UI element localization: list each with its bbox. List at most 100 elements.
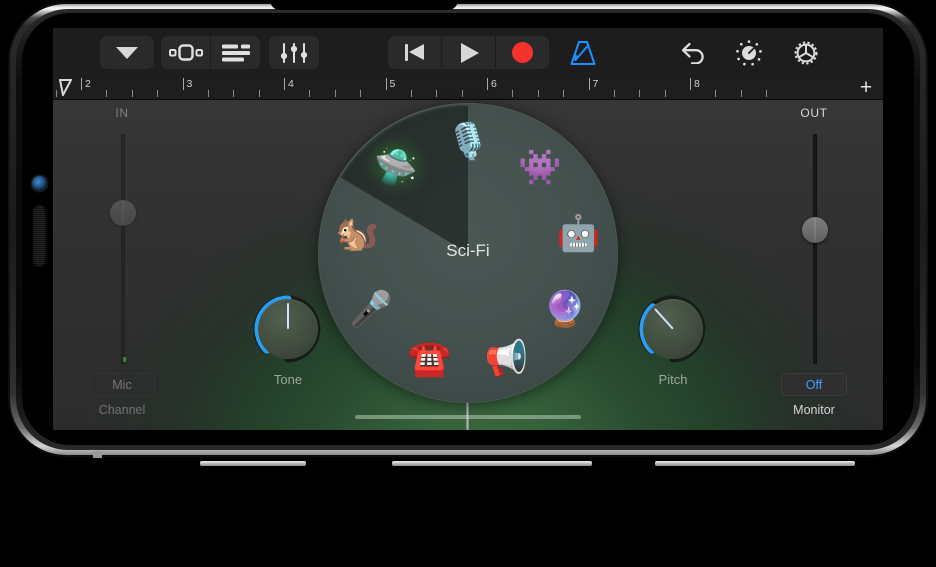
ruler-beat-tick bbox=[55, 90, 57, 97]
metronome-button[interactable] bbox=[559, 36, 607, 69]
notch bbox=[270, 0, 458, 10]
ruler-bar-tick bbox=[690, 78, 691, 90]
ruler-bar-tick bbox=[182, 78, 184, 90]
pitch-knob-cap[interactable] bbox=[643, 299, 703, 359]
toolbar bbox=[53, 28, 883, 77]
ruler-bar-label: 2 bbox=[85, 78, 91, 90]
mute-switch[interactable] bbox=[93, 451, 102, 458]
record-button[interactable] bbox=[496, 36, 549, 69]
ruler-beat-tick bbox=[157, 90, 159, 97]
fx-knob-icon bbox=[736, 39, 762, 66]
input-source-button[interactable]: Mic bbox=[89, 373, 155, 396]
output-channel-strip: OUT Off Monitor bbox=[759, 106, 869, 417]
screenshot-root: 2 3 4 5 6 7 8 + IN Mic Channel OUT Off Monitor… bbox=[0, 0, 936, 567]
ruler-beat-tick bbox=[309, 90, 311, 97]
output-fader-handle[interactable] bbox=[802, 217, 828, 243]
ruler-beat-tick bbox=[360, 90, 362, 97]
chevron-down-icon[interactable] bbox=[100, 36, 154, 69]
output-fader-track[interactable] bbox=[813, 134, 817, 364]
input-fader[interactable] bbox=[67, 128, 177, 373]
ruler-bar-label: 7 bbox=[592, 78, 599, 90]
input-source-label: Channel bbox=[98, 403, 146, 417]
input-fader-track[interactable] bbox=[121, 134, 125, 364]
ruler-bar-tick bbox=[385, 78, 387, 90]
phone-screen: 2 3 4 5 6 7 8 + IN Mic Channel OUT Off Monitor… bbox=[53, 28, 883, 430]
effect-wheel[interactable]: 🛸 🎙️ 👾 🤖 🔮 📢 ☎️ 🎤 🐿️ Sci-Fi bbox=[318, 103, 618, 403]
power-button[interactable] bbox=[655, 461, 855, 466]
undo-icon bbox=[681, 42, 704, 64]
home-indicator bbox=[355, 415, 581, 419]
ruler-beat-tick bbox=[613, 90, 615, 97]
ruler-bar-tick bbox=[284, 78, 285, 90]
ruler-beat-tick bbox=[258, 90, 260, 97]
ruler-beat-tick bbox=[766, 90, 768, 97]
wheel-center-label: Sci-Fi bbox=[446, 241, 490, 260]
wheel-preset-live-stage-icon[interactable]: 🎤 bbox=[345, 283, 397, 335]
tone-knob-label: Tone bbox=[273, 372, 303, 387]
settings-button[interactable] bbox=[782, 36, 830, 69]
playhead-icon[interactable] bbox=[59, 79, 72, 96]
volume-up-button[interactable] bbox=[392, 461, 592, 466]
pitch-knob-label: Pitch bbox=[658, 372, 688, 387]
rewind-button[interactable] bbox=[388, 36, 441, 69]
ruler-bar-tick bbox=[588, 78, 590, 90]
ruler-beat-tick bbox=[715, 90, 717, 97]
input-level-indicator bbox=[122, 357, 126, 362]
tone-knob[interactable]: Tone bbox=[249, 290, 327, 387]
ruler-beat-tick bbox=[436, 90, 438, 97]
volume-down-button[interactable] bbox=[200, 461, 306, 466]
wheel-preset-telephone-icon[interactable]: ☎️ bbox=[404, 332, 456, 384]
ruler-bar-label: 3 bbox=[186, 78, 193, 90]
wheel-preset-monster-icon[interactable]: 👾 bbox=[514, 141, 566, 193]
ruler-beat-tick bbox=[233, 90, 235, 97]
wheel-preset-clean-icon[interactable]: 🎙️ bbox=[442, 115, 494, 167]
front-camera-icon bbox=[32, 176, 47, 191]
timeline-ruler[interactable]: 2 3 4 5 6 7 8 + bbox=[53, 77, 883, 100]
loop-browser-icon[interactable] bbox=[161, 36, 210, 69]
ruler-bar-label: 4 bbox=[288, 78, 294, 90]
navigation-button[interactable] bbox=[100, 36, 154, 69]
ruler-beat-tick bbox=[740, 90, 742, 97]
ruler-bar-label: 6 bbox=[491, 78, 497, 90]
track-view-icon[interactable] bbox=[211, 36, 260, 69]
undo-button[interactable] bbox=[669, 36, 717, 69]
ruler-bar-label: 5 bbox=[389, 78, 396, 90]
ruler-beat-tick bbox=[207, 90, 209, 97]
wheel-preset-alien-ufo-icon[interactable]: 🛸 bbox=[370, 141, 422, 193]
ruler-bar-label: 8 bbox=[694, 78, 700, 90]
pitch-knob[interactable]: Pitch bbox=[634, 290, 712, 387]
input-label: IN bbox=[115, 106, 129, 120]
ruler-beat-tick bbox=[334, 90, 336, 97]
wheel-preset-helium-icon[interactable]: 🔮 bbox=[539, 283, 591, 335]
ruler-beat-tick bbox=[537, 90, 539, 97]
transport-controls bbox=[388, 36, 549, 69]
ruler-beat-tick bbox=[106, 90, 108, 97]
mixer-faders-icon[interactable] bbox=[269, 36, 319, 69]
input-source-value: Mic bbox=[112, 377, 132, 392]
monitor-value: Off bbox=[805, 377, 823, 392]
input-fader-handle[interactable] bbox=[110, 200, 136, 226]
monitor-button[interactable]: Off bbox=[781, 373, 847, 396]
earpiece-speaker bbox=[33, 205, 46, 267]
ruler-beat-tick bbox=[410, 90, 412, 97]
monitor-label: Monitor bbox=[793, 403, 835, 417]
ruler-beat-tick bbox=[131, 90, 133, 97]
ruler-beat-tick bbox=[512, 90, 514, 97]
add-track-button[interactable]: + bbox=[857, 77, 875, 98]
fx-knob-button[interactable] bbox=[725, 36, 773, 69]
mixer-button[interactable] bbox=[269, 36, 319, 69]
metronome-icon bbox=[570, 40, 596, 65]
wheel-preset-megaphone-icon[interactable]: 📢 bbox=[480, 332, 532, 384]
output-fader[interactable] bbox=[759, 128, 869, 373]
ruler-beat-tick bbox=[639, 90, 641, 97]
ruler-beat-tick bbox=[563, 90, 565, 97]
ruler-bar-tick bbox=[81, 78, 82, 90]
gear-icon bbox=[794, 41, 818, 64]
tone-knob-pointer bbox=[287, 303, 289, 329]
ruler-beat-tick bbox=[664, 90, 666, 97]
output-label: OUT bbox=[800, 106, 828, 120]
ruler-bar-tick bbox=[487, 78, 488, 90]
ruler-beat-tick bbox=[461, 90, 463, 97]
play-button[interactable] bbox=[442, 36, 495, 69]
view-toggle-group bbox=[161, 36, 260, 69]
